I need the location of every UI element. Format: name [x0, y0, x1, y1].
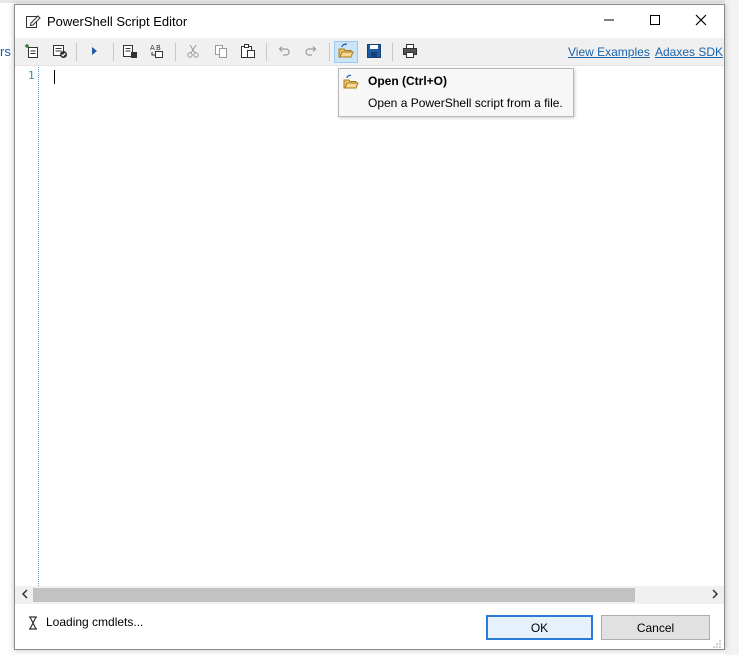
- print-button[interactable]: [398, 41, 422, 63]
- toolbar-separator: [266, 43, 267, 61]
- svg-text:A: A: [150, 44, 155, 52]
- background-edge: [725, 0, 739, 655]
- insert-snippet-button[interactable]: [118, 41, 142, 63]
- chevron-left-icon: [21, 588, 29, 602]
- copy-button[interactable]: [209, 41, 233, 63]
- status-text: Loading cmdlets...: [46, 615, 144, 629]
- scroll-right-button[interactable]: [707, 586, 723, 604]
- paste-button[interactable]: [236, 41, 260, 63]
- text-caret: [54, 70, 55, 84]
- cancel-button[interactable]: Cancel: [601, 615, 710, 640]
- scrollbar-thumb[interactable]: [33, 588, 635, 602]
- new-line-button[interactable]: [20, 41, 44, 63]
- title-bar: PowerShell Script Editor: [15, 5, 724, 37]
- run-button[interactable]: [82, 41, 106, 63]
- svg-text:B: B: [156, 44, 161, 52]
- validate-button[interactable]: [48, 41, 72, 63]
- close-button[interactable]: [678, 5, 724, 37]
- view-examples-link[interactable]: View Examples: [568, 45, 650, 59]
- background-border: [0, 0, 739, 3]
- redo-icon: [303, 43, 319, 62]
- paste-icon: [240, 43, 256, 62]
- background-text-fragment: rs: [0, 44, 11, 59]
- toolbar-separator: [329, 43, 330, 61]
- redo-button[interactable]: [299, 41, 323, 63]
- run-icon: [86, 43, 102, 62]
- print-icon: [402, 43, 418, 62]
- minimize-button[interactable]: [586, 5, 632, 37]
- window-title: PowerShell Script Editor: [47, 14, 188, 29]
- maximize-button[interactable]: [632, 5, 678, 37]
- ok-button[interactable]: OK: [486, 615, 593, 640]
- gutter-divider: [38, 67, 39, 586]
- horizontal-scrollbar[interactable]: [15, 586, 724, 604]
- save-icon: [366, 43, 382, 62]
- minimize-icon: [603, 14, 615, 29]
- edit-document-icon: [25, 13, 41, 29]
- scroll-left-button[interactable]: [17, 586, 33, 604]
- save-button[interactable]: [362, 41, 386, 63]
- tooltip-title: Open (Ctrl+O): [368, 74, 448, 88]
- cut-icon: [185, 43, 201, 62]
- resize-grip-icon[interactable]: [712, 638, 722, 648]
- chevron-right-icon: [711, 588, 719, 602]
- open-file-icon: [338, 42, 354, 62]
- cut-button[interactable]: [181, 41, 205, 63]
- maximize-icon: [649, 14, 661, 29]
- hourglass-icon: [28, 616, 38, 633]
- toolbar: A B View Examples Adaxes SDK: [15, 38, 724, 66]
- undo-icon: [276, 43, 292, 62]
- toolbar-separator: [392, 43, 393, 61]
- replace-icon: A B: [149, 43, 165, 62]
- tooltip-description: Open a PowerShell script from a file.: [368, 96, 563, 110]
- toolbar-separator: [113, 43, 114, 61]
- undo-button[interactable]: [272, 41, 296, 63]
- line-number: 1: [28, 69, 35, 82]
- new-line-icon: [24, 43, 40, 62]
- open-tooltip: Open (Ctrl+O) Open a PowerShell script f…: [338, 68, 574, 117]
- toolbar-separator: [175, 43, 176, 61]
- copy-icon: [213, 43, 229, 62]
- toolbar-separator: [76, 43, 77, 61]
- close-icon: [695, 14, 707, 29]
- replace-button[interactable]: A B: [145, 41, 169, 63]
- open-file-icon: [343, 74, 359, 93]
- validate-icon: [52, 43, 68, 62]
- insert-snippet-icon: [122, 43, 138, 62]
- status-bar: Loading cmdlets... OK Cancel: [15, 605, 724, 649]
- script-editor-window: PowerShell Script Editor A B View Exampl…: [14, 4, 725, 650]
- adaxes-sdk-link[interactable]: Adaxes SDK: [655, 45, 723, 59]
- script-editor[interactable]: 1: [15, 67, 724, 586]
- open-file-button[interactable]: [334, 41, 358, 63]
